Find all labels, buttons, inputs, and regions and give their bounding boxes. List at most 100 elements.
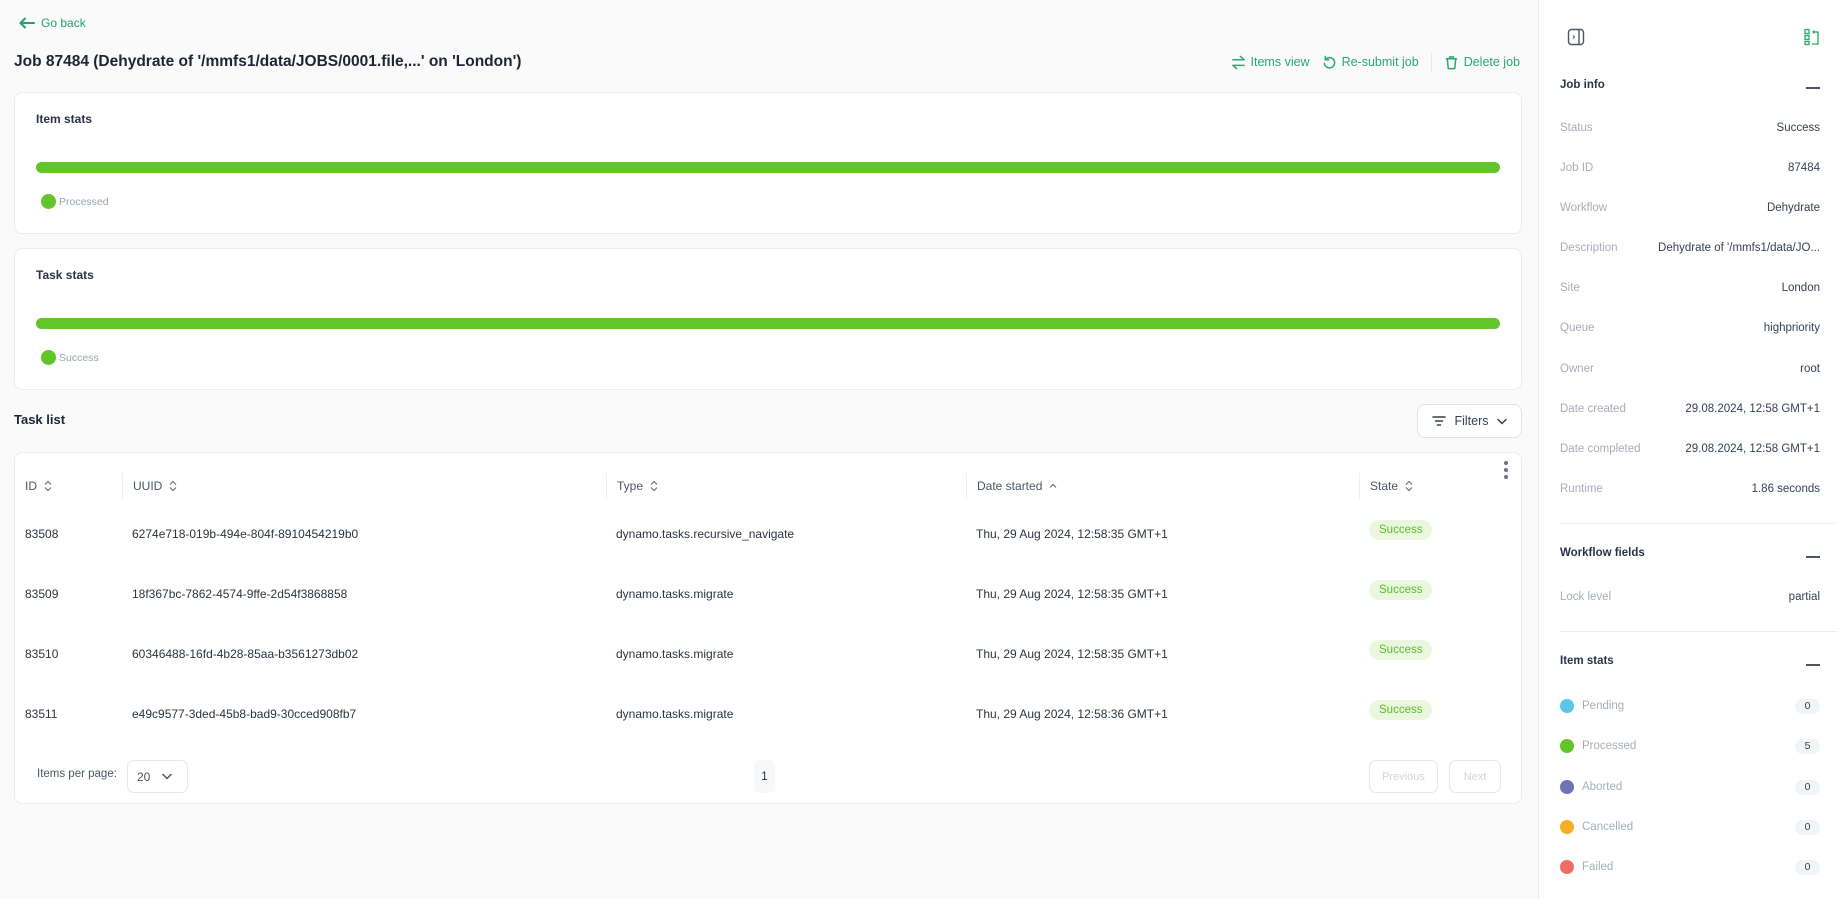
filters-label: Filters (1454, 414, 1489, 428)
column-header-label: Date started (977, 479, 1043, 493)
cell-id: 83508 (25, 527, 59, 541)
item-stats-legend: Processed (41, 194, 109, 209)
resubmit-job-button[interactable]: Re-submit job (1322, 55, 1419, 70)
layout-toggle-icon[interactable] (1803, 28, 1821, 46)
swap-arrows-icon (1231, 55, 1245, 69)
job-info-field: Description Dehydrate of '/mmfs1/data/JO.… (1560, 242, 1820, 254)
job-info-field: Status Success (1560, 122, 1820, 134)
items-view-button[interactable]: Items view (1231, 55, 1310, 70)
filters-button[interactable]: Filters (1417, 404, 1522, 438)
header-actions: Items view Re-submit job Delete job (1231, 53, 1520, 71)
items-view-label: Items view (1250, 55, 1310, 69)
column-header-label: ID (25, 479, 37, 493)
job-info-field: Job ID 87484 (1560, 162, 1820, 174)
job-info-field: Date created 29.08.2024, 12:58 GMT+1 (1560, 403, 1820, 415)
stat-count: 0 (1795, 779, 1820, 795)
column-header-type[interactable]: Type (606, 473, 658, 499)
status-badge: Success (1369, 700, 1433, 720)
column-header-state[interactable]: State (1359, 473, 1413, 499)
job-details-sidebar: Job info Status Success Job ID 87484 Workf… (1538, 0, 1837, 899)
task-stats-legend: Success (41, 350, 99, 365)
field-value: Success (1776, 122, 1820, 134)
stat-count: 0 (1795, 819, 1820, 835)
column-options-menu-icon[interactable] (1503, 461, 1509, 479)
item-stat-aborted: Aborted 0 (1560, 779, 1820, 795)
stat-label: Cancelled (1582, 821, 1634, 833)
stat-count: 0 (1795, 859, 1820, 875)
task-stats-title: Task stats (36, 268, 94, 282)
chevron-down-icon (162, 773, 173, 780)
failed-dot-icon (1560, 860, 1574, 874)
cell-uuid: e49c9577-3ded-45b8-bad9-30cced908fb7 (132, 707, 357, 721)
cell-id: 83509 (25, 587, 59, 601)
column-header-uuid[interactable]: UUID (122, 473, 177, 499)
workflow-fields-collapse-icon[interactable] (1806, 556, 1820, 558)
item-stats-progress-bar (36, 162, 1500, 173)
job-info-field: Runtime 1.86 seconds (1560, 483, 1820, 495)
page-title: Job 87484 (Dehydrate of '/mmfs1/data/JOB… (14, 53, 522, 70)
sort-ascending-icon (1049, 483, 1057, 488)
table-row[interactable]: 83511 e49c9577-3ded-45b8-bad9-30cced908f… (15, 695, 1521, 735)
item-stats-collapse-icon[interactable] (1806, 664, 1820, 666)
field-label: Queue (1560, 322, 1595, 334)
filter-icon (1432, 416, 1447, 426)
pending-dot-icon (1560, 699, 1574, 713)
cell-date-started: Thu, 29 Aug 2024, 12:58:35 GMT+1 (976, 647, 1168, 661)
sort-icon (650, 480, 658, 492)
column-header-label: UUID (133, 479, 163, 493)
section-divider (1560, 631, 1837, 632)
column-header-label: State (1370, 479, 1399, 493)
previous-page-button[interactable]: Previous (1369, 760, 1438, 793)
cell-id: 83510 (25, 647, 59, 661)
field-label: Status (1560, 122, 1593, 134)
field-label: Site (1560, 282, 1580, 294)
item-stat-pending: Pending 0 (1560, 698, 1820, 714)
task-stats-legend-label: Success (59, 351, 99, 364)
column-header-id[interactable]: ID (15, 473, 52, 499)
table-row[interactable]: 83510 60346488-16fd-4b28-85aa-b3561273db… (15, 635, 1521, 675)
job-info-field: Workflow Dehydrate (1560, 202, 1820, 214)
task-stats-progress-bar (36, 318, 1500, 329)
resubmit-job-label: Re-submit job (1341, 55, 1419, 69)
field-label: Date created (1560, 403, 1626, 415)
stat-label: Pending (1582, 700, 1625, 712)
item-stat-processed: Processed 5 (1560, 738, 1820, 754)
field-label: Date completed (1560, 443, 1641, 455)
job-info-field: Date completed 29.08.2024, 12:58 GMT+1 (1560, 443, 1820, 455)
job-info-field: Queue highpriority (1560, 322, 1820, 334)
delete-job-label: Delete job (1463, 55, 1520, 69)
cell-uuid: 6274e718-019b-494e-804f-8910454219b0 (132, 527, 359, 541)
item-stats-title: Item stats (36, 112, 93, 126)
stat-label: Processed (1582, 740, 1637, 752)
field-label: Runtime (1560, 483, 1603, 495)
field-value: 29.08.2024, 12:58 GMT+1 (1685, 443, 1820, 455)
column-header-date-started[interactable]: Date started (966, 473, 1057, 499)
table-row[interactable]: 83509 18f367bc-7862-4574-9ffe-2d54f38688… (15, 575, 1521, 615)
item-stats-legend-label: Processed (59, 195, 109, 208)
go-back-link[interactable]: Go back (19, 16, 86, 30)
cell-type: dynamo.tasks.migrate (616, 587, 734, 601)
item-stats-card: Item stats Processed (14, 92, 1522, 234)
field-value: Dehydrate of '/mmfs1/data/JO... (1658, 242, 1820, 254)
table-row[interactable]: 83508 6274e718-019b-494e-804f-8910454219… (15, 515, 1521, 555)
workflow-field: Lock level partial (1560, 591, 1820, 603)
section-divider (1560, 523, 1837, 524)
page-number-button[interactable]: 1 (754, 760, 775, 793)
field-value: 87484 (1788, 162, 1820, 174)
field-value: London (1781, 282, 1820, 294)
field-value: 1.86 seconds (1751, 483, 1820, 495)
cell-date-started: Thu, 29 Aug 2024, 12:58:36 GMT+1 (976, 707, 1168, 721)
job-info-collapse-icon[interactable] (1806, 87, 1820, 89)
items-per-page-value: 20 (137, 769, 151, 784)
next-page-button[interactable]: Next (1449, 760, 1501, 793)
delete-job-button[interactable]: Delete job (1444, 55, 1520, 70)
sort-icon (169, 480, 177, 492)
cell-uuid: 60346488-16fd-4b28-85aa-b3561273db02 (132, 647, 359, 661)
arrow-left-icon (19, 17, 35, 29)
items-per-page-select[interactable]: 20 (127, 760, 188, 793)
collapse-panel-icon[interactable] (1567, 28, 1585, 46)
go-back-label: Go back (41, 16, 86, 30)
status-badge: Success (1369, 640, 1433, 660)
task-list-title: Task list (14, 412, 66, 427)
field-label: Description (1560, 242, 1618, 254)
